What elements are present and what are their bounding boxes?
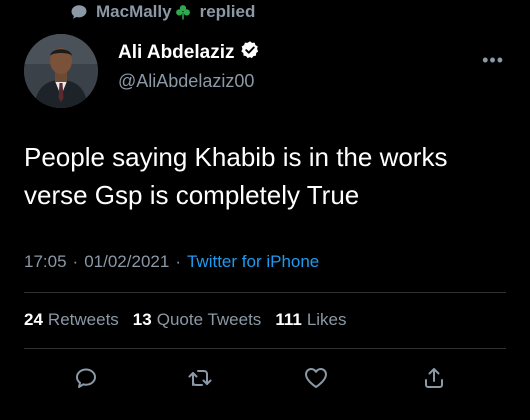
meta-separator: ·	[72, 252, 79, 271]
tweet-text-line: verse Gsp is completely True	[24, 180, 360, 210]
divider	[24, 348, 506, 349]
reply-button[interactable]	[72, 366, 100, 394]
quote-tweets-label: Quote Tweets	[156, 310, 262, 329]
meta-separator: ·	[175, 252, 181, 271]
tweet-time: 17:05	[24, 252, 67, 271]
likes-label: Likes	[306, 310, 347, 329]
replied-label: replied	[199, 2, 256, 21]
tweet-stats: 24 Retweets 13 Quote Tweets 111 Likes	[24, 310, 347, 330]
retweets-stat[interactable]: 24 Retweets	[24, 310, 119, 330]
author-block: Ali Abdelaziz @AliAbdelaziz00	[118, 40, 260, 92]
tweet-meta: 17:05 · 01/02/2021 · Twitter for iPhone	[24, 252, 319, 272]
comment-bubble-icon	[70, 3, 88, 21]
like-button[interactable]	[302, 366, 330, 394]
share-icon	[422, 366, 446, 395]
reply-icon	[74, 366, 98, 395]
tweet-date: 01/02/2021	[84, 252, 170, 271]
quote-tweets-count: 13	[132, 310, 152, 329]
likes-stat[interactable]: 111 Likes	[275, 310, 346, 330]
verified-badge-icon	[240, 40, 260, 65]
heart-icon	[303, 366, 329, 395]
tweet-text-line: People saying Khabib is in the works	[24, 142, 448, 172]
tweet-text: People saying Khabib is in the works ver…	[24, 138, 504, 214]
reply-user[interactable]: MacMally	[96, 2, 172, 22]
divider	[24, 292, 506, 293]
tweet-source-link[interactable]: Twitter for iPhone	[187, 252, 319, 272]
retweets-label: Retweets	[47, 310, 119, 329]
retweet-icon	[187, 366, 213, 395]
more-options-button[interactable]: •••	[482, 50, 504, 71]
user-handle[interactable]: @AliAbdelaziz00	[118, 71, 260, 92]
retweets-count: 24	[24, 310, 43, 329]
share-button[interactable]	[420, 366, 448, 394]
likes-count: 111	[275, 310, 302, 329]
tweet-actions	[0, 360, 530, 400]
display-name[interactable]: Ali Abdelaziz	[118, 42, 234, 64]
avatar[interactable]	[24, 34, 98, 108]
quote-tweets-stat[interactable]: 13 Quote Tweets	[133, 310, 262, 330]
shamrock-icon	[174, 3, 192, 21]
reply-context: MacMally replied	[70, 0, 255, 24]
retweet-button[interactable]	[186, 366, 214, 394]
